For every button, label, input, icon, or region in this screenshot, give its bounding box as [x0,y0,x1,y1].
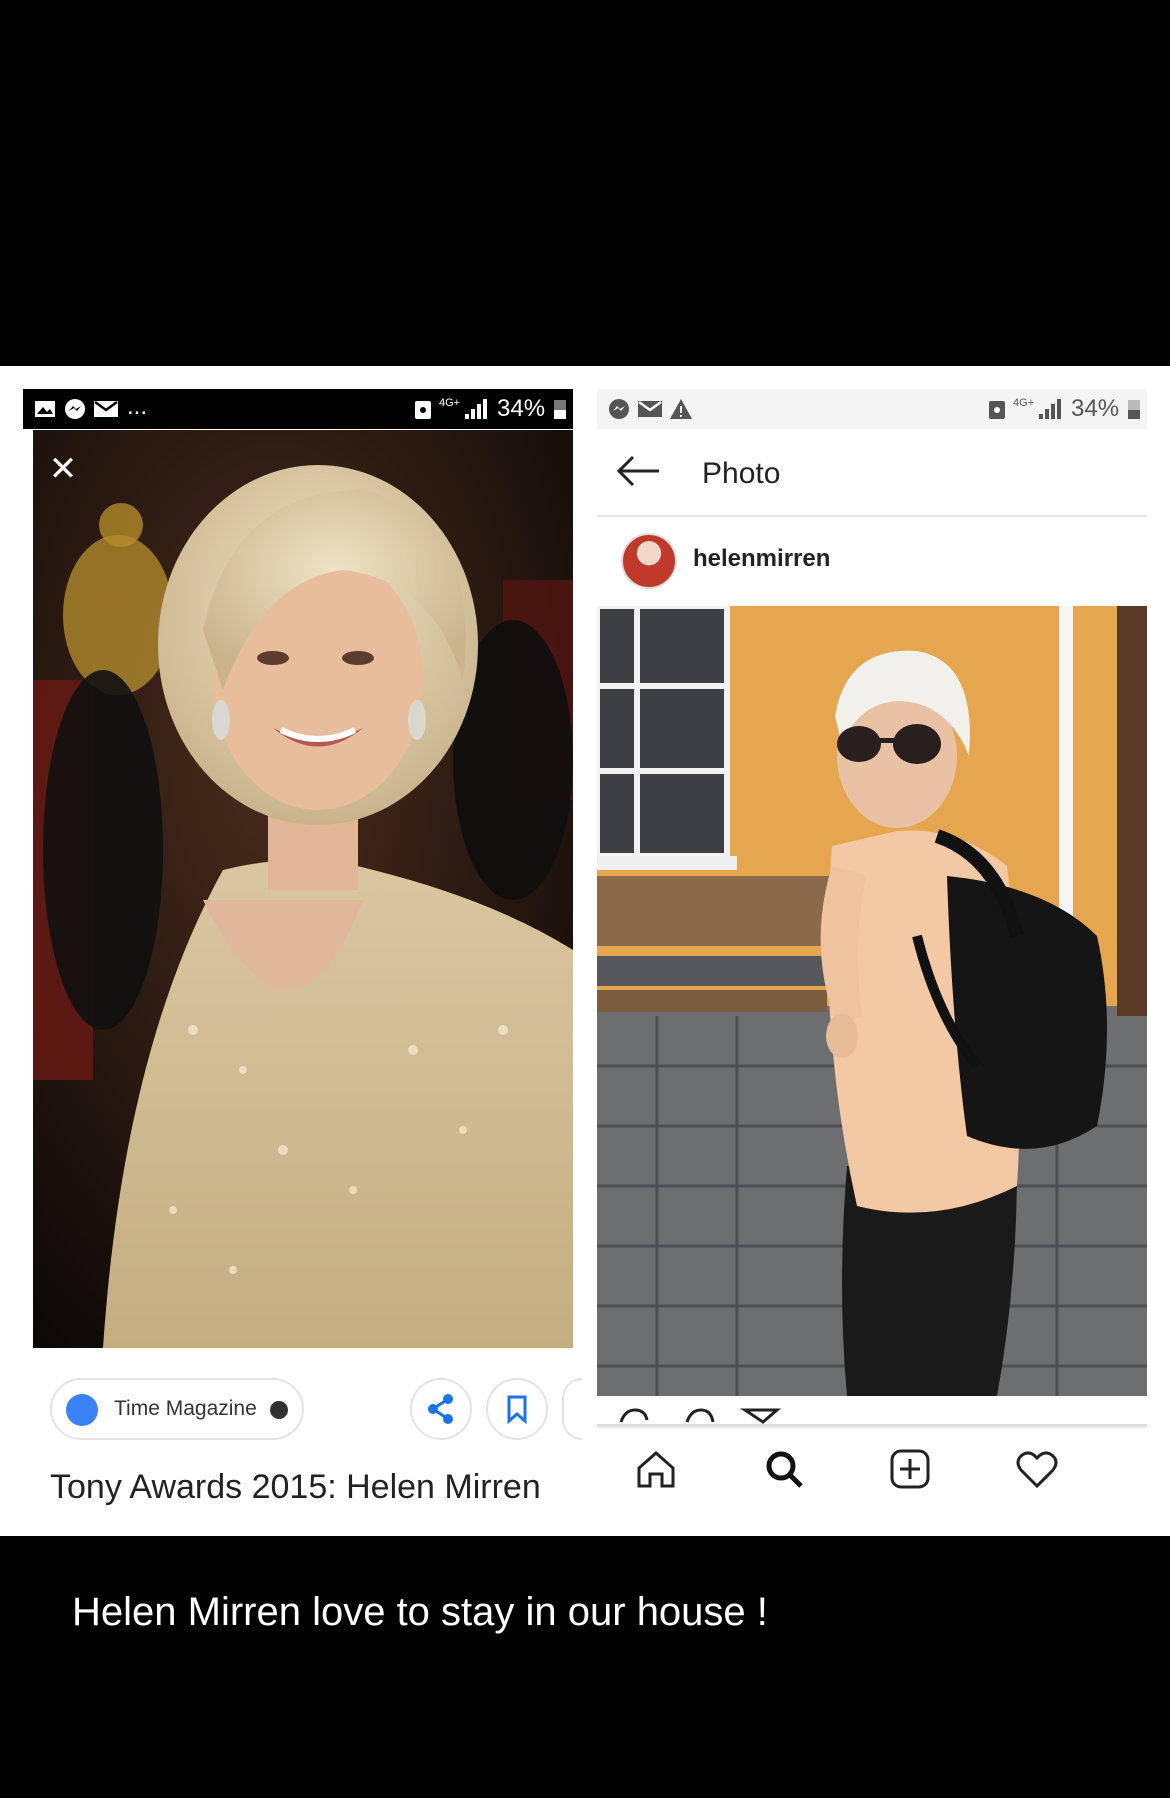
bookmark-icon [507,1395,527,1425]
more-notifications-icon: ... [127,393,148,420]
result-title[interactable]: Tony Awards 2015: Helen Mirren [50,1468,541,1507]
verified-icon [270,1401,288,1419]
back-arrow-icon[interactable] [615,451,661,491]
close-icon[interactable]: ✕ [46,452,80,486]
warning-icon [670,399,692,419]
battery-percent: 34% [497,395,546,422]
network-type-icon: 4G+ [1013,397,1035,409]
source-chip[interactable]: Time Magazine [50,1378,304,1440]
search-icon[interactable] [763,1448,805,1490]
network-type-icon: 4G+ [439,397,461,409]
right-status-bar: 4G+ 34% [597,389,1147,429]
activity-heart-icon[interactable] [1015,1448,1059,1490]
backpack-photo [597,606,1147,1396]
gallery-icon [35,401,55,417]
meme-caption: Helen Mirren love to stay in our house ! [72,1590,768,1634]
battery-icon [554,400,566,419]
mail-icon [94,400,118,417]
backpack-illustration [597,606,1147,1396]
battery-percent: 34% [1071,395,1120,422]
send-icon [740,1408,782,1424]
globe-icon [66,1394,98,1426]
comment-icon [685,1408,715,1423]
bottom-navigation [597,1426,1147,1510]
page-title: Photo [702,457,781,490]
red-carpet-portrait-photo [33,430,573,1348]
signal-icon [465,399,487,419]
save-button[interactable] [486,1378,548,1440]
share-button[interactable] [410,1378,472,1440]
photo-header: Photo [597,429,1147,517]
mail-icon [638,400,662,417]
home-icon[interactable] [635,1448,677,1490]
source-chip-label: Time Magazine [114,1397,257,1420]
post-user-row[interactable]: helenmirren [597,517,1147,605]
new-post-icon[interactable] [889,1448,931,1490]
username[interactable]: helenmirren [693,545,830,573]
left-status-bar: ... 4G+ 34% [23,389,573,429]
messenger-icon [609,399,629,419]
like-icon [619,1408,649,1423]
post-action-row-partial [597,1396,1147,1426]
more-button-partial[interactable] [562,1378,582,1440]
share-icon [428,1394,453,1424]
battery-icon [1128,400,1140,419]
lock-icon [989,401,1005,419]
avatar[interactable] [621,533,677,589]
portrait-illustration [33,430,573,1348]
messenger-icon [65,399,85,419]
lock-icon [415,401,431,419]
signal-icon [1039,399,1061,419]
action-icons-partial [597,1408,1147,1426]
